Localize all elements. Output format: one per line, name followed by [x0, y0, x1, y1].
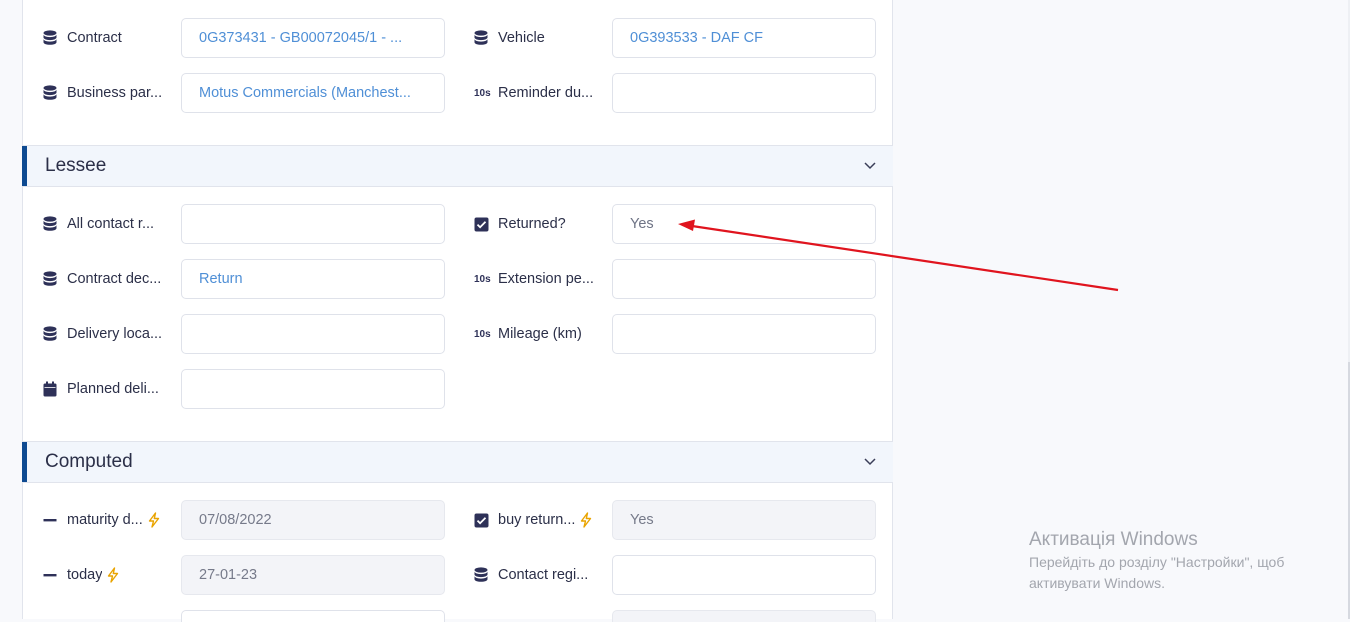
- planned-delivery-label-text: Planned deli...: [67, 381, 159, 397]
- number-icon-glyph: 10s: [474, 328, 491, 340]
- database-icon: [474, 30, 494, 46]
- database-icon: [474, 567, 494, 583]
- contact-registration-field[interactable]: [612, 555, 876, 595]
- vehicle-label-text: Vehicle: [498, 30, 545, 46]
- database-icon: [43, 85, 63, 101]
- buy-return-field: Yes: [612, 500, 876, 540]
- section-accent-bar: [22, 146, 27, 186]
- section-accent-bar: [22, 442, 27, 482]
- section-header-computed[interactable]: Computed: [22, 441, 893, 483]
- checkbox-checked-icon: [474, 217, 494, 232]
- returned-field[interactable]: Yes: [612, 204, 876, 244]
- buy-return-value: Yes: [630, 512, 654, 528]
- vehicle-value: 0G393533 - DAF CF: [630, 30, 763, 46]
- today-label: today: [43, 565, 120, 585]
- number-icon-glyph: 10s: [474, 273, 491, 285]
- database-icon: [43, 30, 63, 46]
- extension-label: 10s Extension pe...: [474, 269, 594, 289]
- number-icon: 10s: [474, 274, 494, 285]
- today-field: 27-01-23: [181, 555, 445, 595]
- lightning-icon: [147, 512, 161, 528]
- mileage-field[interactable]: [612, 314, 876, 354]
- contract-label: Contract: [43, 28, 122, 48]
- all-contact-label-text: All contact r...: [67, 216, 155, 232]
- database-icon: [43, 216, 63, 232]
- contract-value: 0G373431 - GB00072045/1 - ...: [199, 30, 403, 46]
- today-label-text: today: [67, 567, 103, 583]
- contract-decision-label-text: Contract dec...: [67, 271, 162, 287]
- calendar-icon: [43, 381, 63, 397]
- business-partner-label: Business par...: [43, 83, 162, 103]
- next-row-field-left[interactable]: [181, 610, 445, 622]
- business-partner-field[interactable]: Motus Commercials (Manchest...: [181, 73, 445, 113]
- planned-delivery-label: Planned deli...: [43, 379, 159, 399]
- returned-value: Yes: [630, 216, 654, 232]
- next-row-field-right: [612, 610, 876, 622]
- delivery-location-label-text: Delivery loca...: [67, 326, 163, 342]
- maturity-label: maturity d...: [43, 510, 161, 530]
- windows-activation-watermark: Активація Windows Перейдіть до розділу "…: [1029, 528, 1284, 594]
- contact-registration-label: Contact regi...: [474, 565, 588, 585]
- section-title-computed: Computed: [45, 451, 133, 472]
- database-icon: [43, 271, 63, 287]
- database-icon: [43, 326, 63, 342]
- today-value: 27-01-23: [199, 567, 258, 583]
- number-icon: 10s: [474, 329, 494, 340]
- number-icon-glyph: 10s: [474, 87, 491, 99]
- maturity-value: 07/08/2022: [199, 512, 272, 528]
- reminder-label: 10s Reminder du...: [474, 83, 593, 103]
- chevron-down-icon[interactable]: [863, 454, 877, 468]
- contract-decision-field[interactable]: Return: [181, 259, 445, 299]
- windows-activation-heading: Активація Windows: [1029, 529, 1198, 550]
- contract-decision-label: Contract dec...: [43, 269, 161, 289]
- planned-delivery-field[interactable]: [181, 369, 445, 409]
- extension-field[interactable]: [612, 259, 876, 299]
- business-partner-value: Motus Commercials (Manchest...: [199, 85, 411, 101]
- number-icon: 10s: [474, 88, 494, 99]
- chevron-down-icon[interactable]: [863, 158, 877, 172]
- mileage-label: 10s Mileage (km): [474, 324, 582, 344]
- returned-label-text: Returned?: [498, 216, 566, 232]
- buy-return-label: buy return...: [474, 510, 593, 530]
- contract-decision-value: Return: [199, 271, 243, 287]
- reminder-label-text: Reminder du...: [498, 85, 594, 101]
- section-header-lessee[interactable]: Lessee: [22, 145, 893, 187]
- maturity-label-text: maturity d...: [67, 512, 143, 528]
- delivery-location-label: Delivery loca...: [43, 324, 162, 344]
- section-title-lessee: Lessee: [45, 155, 107, 176]
- all-contact-field[interactable]: [181, 204, 445, 244]
- extension-label-text: Extension pe...: [498, 271, 594, 287]
- mileage-label-text: Mileage (km): [498, 326, 582, 342]
- delivery-location-field[interactable]: [181, 314, 445, 354]
- reminder-field[interactable]: [612, 73, 876, 113]
- business-partner-label-text: Business par...: [67, 85, 163, 101]
- all-contact-label: All contact r...: [43, 214, 154, 234]
- lightning-icon: [106, 567, 120, 583]
- lightning-icon: [579, 512, 593, 528]
- contract-label-text: Contract: [67, 30, 122, 46]
- maturity-field: 07/08/2022: [181, 500, 445, 540]
- windows-activation-line1: Перейдіть до розділу "Настройки", щоб: [1029, 554, 1285, 570]
- buy-return-label-text: buy return...: [498, 512, 576, 528]
- dash-icon: [43, 567, 63, 583]
- windows-activation-line2: активувати Windows.: [1029, 575, 1165, 591]
- contact-registration-label-text: Contact regi...: [498, 567, 589, 583]
- vehicle-field[interactable]: 0G393533 - DAF CF: [612, 18, 876, 58]
- dash-icon: [43, 512, 63, 528]
- contract-field[interactable]: 0G373431 - GB00072045/1 - ...: [181, 18, 445, 58]
- vehicle-label: Vehicle: [474, 28, 545, 48]
- checkbox-checked-icon: [474, 513, 494, 528]
- returned-label: Returned?: [474, 214, 566, 234]
